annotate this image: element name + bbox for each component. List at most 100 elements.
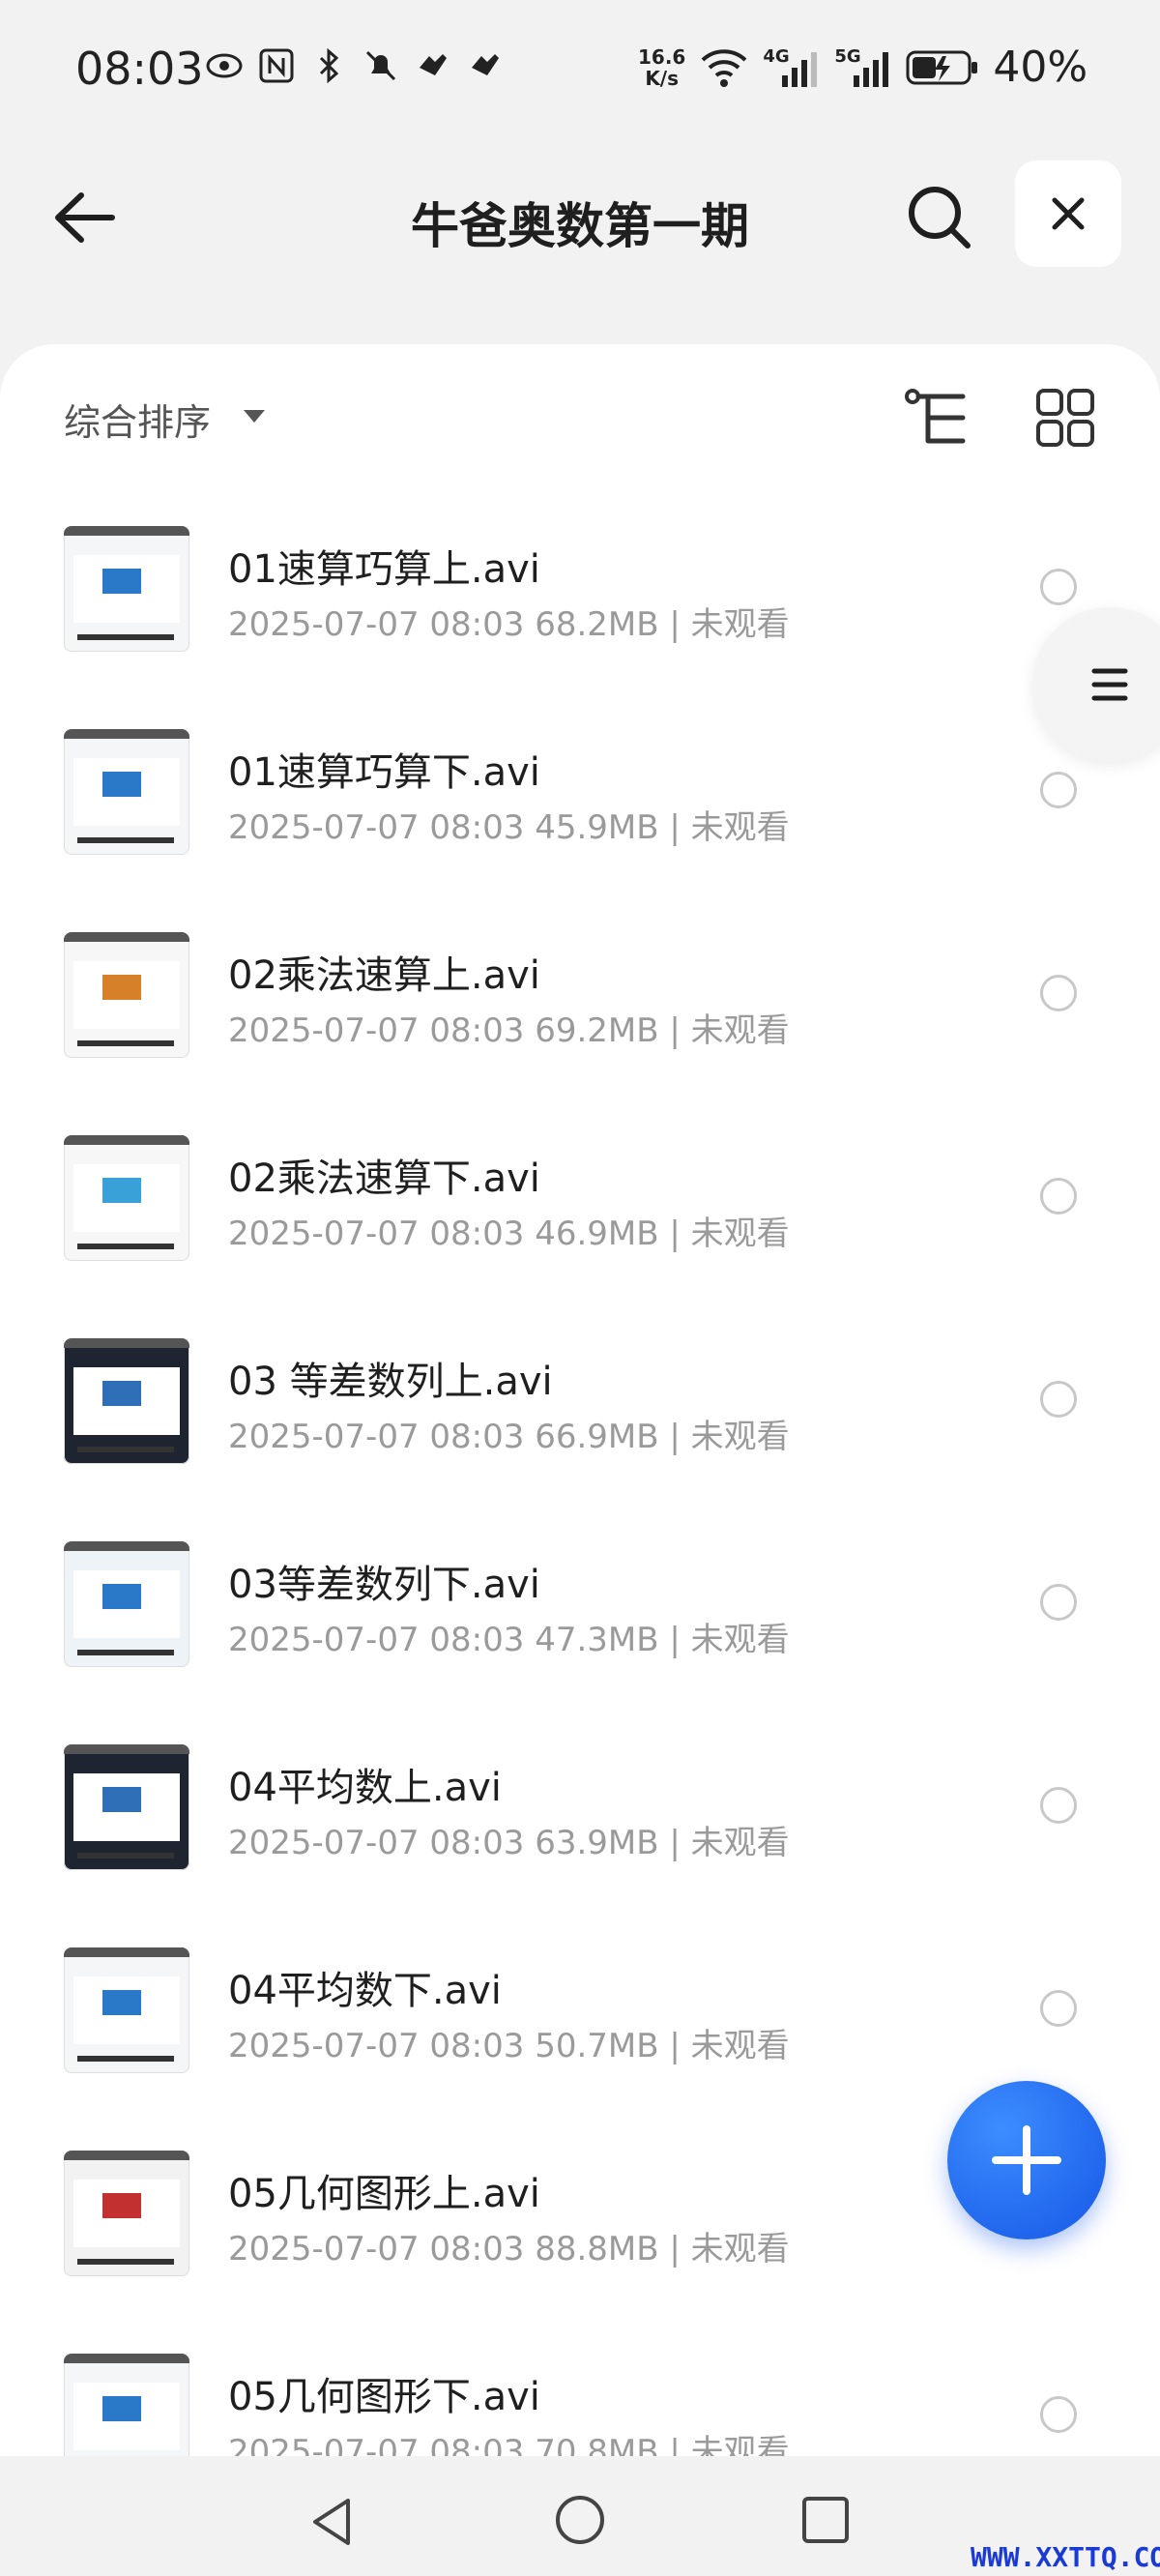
thumbnail-bar [64,1338,189,1348]
eye-icon [206,53,243,78]
select-radio[interactable] [1040,569,1077,605]
select-radio[interactable] [1040,1584,1077,1621]
grid-view-icon[interactable] [1034,387,1096,449]
list-item[interactable]: 04平均数下.avi 2025-07-07 08:03 50.7MB | 未观看 [0,1911,1160,2114]
nav-home-icon[interactable] [553,2493,607,2547]
thumbnail-bar [64,2354,189,2363]
list-item[interactable]: 01速算巧算下.avi 2025-07-07 08:03 45.9MB | 未观看 [0,692,1160,895]
plus-icon [992,2125,1061,2195]
speed-value: 16.6 [638,44,686,69]
file-name: 04平均数下.avi [228,1969,502,2013]
file-meta: 2025-07-07 08:03 47.3MB | 未观看 [228,1621,790,1659]
thumbnail-bar [64,1744,189,1754]
signal-5g: 5G [834,46,892,89]
bluetooth-icon [319,47,339,84]
list-item[interactable]: 05几何图形下.avi 2025-07-07 08:03 70.8MB | 未观看 [0,2317,1160,2472]
select-radio[interactable] [1040,772,1077,808]
file-meta: 2025-07-07 08:03 68.2MB | 未观看 [228,605,790,644]
status-icons-left [205,46,505,85]
file-meta: 2025-07-07 08:03 50.7MB | 未观看 [228,2027,790,2065]
add-button[interactable] [947,2081,1106,2239]
thumbnail-mark [77,1447,174,1452]
signal-bars-icon [782,51,818,87]
thumbnail-mark [77,2259,174,2265]
video-thumbnail [64,1541,189,1667]
thumbnail-mark [102,1990,141,2015]
thumbnail-mark [102,772,141,797]
list-item[interactable]: 02乘法速算下.avi 2025-07-07 08:03 46.9MB | 未观看 [0,1098,1160,1302]
thumbnail-mark [77,837,174,843]
tree-view-icon[interactable] [903,385,971,453]
nav-back-icon[interactable] [305,2495,360,2549]
wifi-icon [701,48,747,87]
status-bar: 08:03 16.6 K/s 4G 5G 40% [0,0,1160,145]
thumbnail-bar [64,526,189,536]
nav-recents-icon[interactable] [800,2495,851,2545]
thumbnail-mark [77,634,174,640]
file-meta: 2025-07-07 08:03 88.8MB | 未观看 [228,2230,790,2269]
list-item[interactable]: 03等差数列下.avi 2025-07-07 08:03 47.3MB | 未观看 [0,1505,1160,1708]
list-item[interactable]: 03 等差数列上.avi 2025-07-07 08:03 66.9MB | 未观… [0,1302,1160,1505]
video-thumbnail [64,1135,189,1261]
close-button[interactable] [1015,161,1121,267]
menu-icon [1091,668,1128,701]
list-item[interactable]: 04平均数上.avi 2025-07-07 08:03 63.9MB | 未观看 [0,1708,1160,1911]
signal-bars-icon [854,51,889,87]
video-thumbnail [64,1338,189,1464]
file-name: 01速算巧算下.avi [228,750,540,795]
select-radio[interactable] [1040,2396,1077,2433]
thumbnail-mark [102,1584,141,1609]
sort-dropdown[interactable]: 综合排序 [64,393,211,446]
thumbnail-bar [64,1947,189,1957]
thumbnail-bar [64,1135,189,1145]
search-icon[interactable] [904,182,973,251]
select-radio[interactable] [1040,975,1077,1011]
thumbnail-mark [77,1040,174,1046]
thumbnail-bar [64,932,189,942]
file-name: 05几何图形上.avi [228,2172,540,2216]
file-name: 03 等差数列上.avi [228,1360,553,1404]
video-thumbnail [64,2354,189,2472]
nfc-icon [259,48,294,83]
list-toolbar: 综合排序 [0,344,1160,489]
video-thumbnail [64,526,189,652]
list-item[interactable]: 02乘法速算上.avi 2025-07-07 08:03 69.2MB | 未观看 [0,895,1160,1098]
thumbnail-mark [102,1381,141,1406]
battery-charging-icon [906,50,978,84]
file-meta: 2025-07-07 08:03 46.9MB | 未观看 [228,1215,790,1253]
video-thumbnail [64,1744,189,1870]
video-thumbnail [64,932,189,1058]
health-icon [420,54,447,75]
select-radio[interactable] [1040,1787,1077,1824]
thumbnail-mark [77,1650,174,1655]
file-meta: 2025-07-07 08:03 69.2MB | 未观看 [228,1011,790,1050]
thumbnail-bar [64,2151,189,2160]
file-name: 01速算巧算上.avi [228,547,540,592]
mute-bell-icon [365,50,396,81]
close-icon [1052,197,1085,230]
file-name: 02乘法速算上.avi [228,953,540,998]
thumbnail-bar [64,729,189,739]
status-time: 08:03 [75,43,204,95]
file-name: 05几何图形下.avi [228,2375,540,2419]
file-name: 04平均数上.avi [228,1766,502,1810]
thumbnail-mark [77,1244,174,1249]
select-radio[interactable] [1040,1381,1077,1418]
video-thumbnail [64,1947,189,2073]
chevron-down-icon[interactable] [244,410,265,423]
network-speed: 16.6 K/s [638,46,685,89]
battery-percent: 40% [993,43,1088,92]
select-radio[interactable] [1040,1178,1077,1215]
file-meta: 2025-07-07 08:03 66.9MB | 未观看 [228,1418,790,1456]
thumbnail-mark [102,975,141,1000]
thumbnail-bar [64,1541,189,1551]
signal-4g: 4G [763,46,821,89]
thumbnail-mark [77,2056,174,2062]
status-icons-right: 16.6 K/s 4G 5G 40% [638,43,1088,92]
speed-unit: K/s [645,66,680,90]
file-name: 02乘法速算下.avi [228,1156,540,1201]
list-item[interactable]: 01速算巧算上.avi 2025-07-07 08:03 68.2MB | 未观看 [0,489,1160,692]
video-thumbnail [64,729,189,855]
select-radio[interactable] [1040,1990,1077,2027]
file-meta: 2025-07-07 08:03 63.9MB | 未观看 [228,1824,790,1862]
